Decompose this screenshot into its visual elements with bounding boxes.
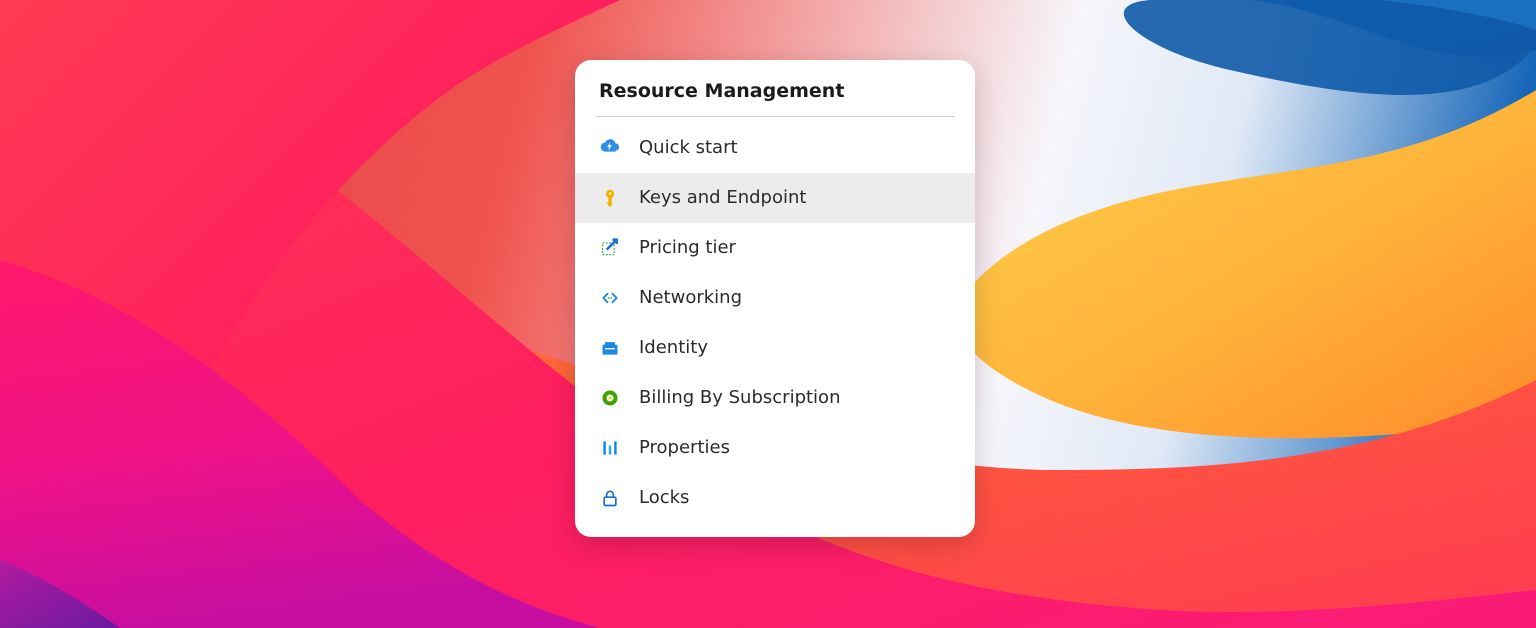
properties-icon (599, 437, 621, 459)
menu-item-label: Billing By Subscription (639, 389, 840, 407)
menu-item-properties[interactable]: Properties (575, 423, 975, 473)
menu-divider (595, 116, 955, 117)
pricing-tier-icon (599, 237, 621, 259)
menu-item-label: Keys and Endpoint (639, 189, 806, 207)
menu-item-label: Quick start (639, 139, 738, 157)
key-icon (599, 187, 621, 209)
cloud-bolt-icon (599, 137, 621, 159)
menu-item-label: Properties (639, 439, 730, 457)
resource-management-menu: Resource Management Quick start Keys and… (575, 60, 975, 537)
menu-item-identity[interactable]: Identity (575, 323, 975, 373)
menu-item-label: Locks (639, 489, 689, 507)
lock-icon (599, 487, 621, 509)
menu-item-quick-start[interactable]: Quick start (575, 123, 975, 173)
menu-item-label: Networking (639, 289, 742, 307)
menu-item-billing[interactable]: Billing By Subscription (575, 373, 975, 423)
menu-item-networking[interactable]: Networking (575, 273, 975, 323)
menu-item-pricing-tier[interactable]: Pricing tier (575, 223, 975, 273)
identity-icon (599, 337, 621, 359)
menu-item-keys-endpoint[interactable]: Keys and Endpoint (575, 173, 975, 223)
menu-title: Resource Management (575, 80, 975, 116)
menu-item-label: Pricing tier (639, 239, 736, 257)
menu-item-locks[interactable]: Locks (575, 473, 975, 523)
networking-icon (599, 287, 621, 309)
billing-icon (599, 387, 621, 409)
menu-item-label: Identity (639, 339, 708, 357)
